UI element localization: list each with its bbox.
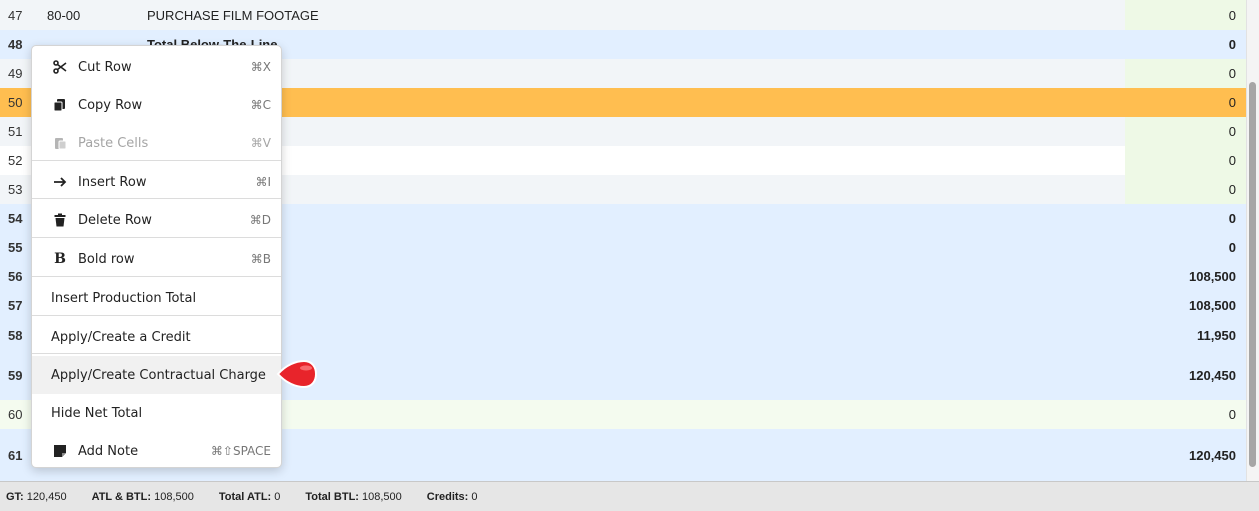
- trash-icon: [52, 212, 68, 228]
- total-cell[interactable]: 0: [1125, 233, 1246, 262]
- menu-item-delete-row[interactable]: Delete Row ⌘D: [32, 201, 281, 239]
- menu-item-label: Delete Row: [78, 212, 152, 228]
- menu-item-label: Add Note: [78, 443, 139, 459]
- total-cell[interactable]: 120,450: [1125, 429, 1246, 481]
- total-cell[interactable]: 0: [1125, 204, 1246, 233]
- total-cell[interactable]: 0: [1125, 0, 1246, 30]
- menu-item-paste-cells[interactable]: Paste Cells ⌘V: [32, 124, 281, 162]
- table-row[interactable]: 47 80-00 PURCHASE FILM FOOTAGE 0: [0, 0, 1246, 30]
- status-bar: GT: 120,450 ATL & BTL: 108,500 Total ATL…: [0, 481, 1259, 511]
- menu-item-shortcut: ⌘X: [250, 60, 271, 74]
- menu-item-shortcut: ⌘V: [250, 136, 271, 150]
- menu-item-label: Bold row: [78, 251, 135, 267]
- menu-separator: [32, 237, 281, 238]
- menu-item-insert-production-total[interactable]: Insert Production Total: [32, 279, 281, 317]
- menu-item-label: Apply/Create a Credit: [51, 329, 191, 345]
- menu-separator: [32, 160, 281, 161]
- menu-item-shortcut: ⌘I: [255, 175, 271, 189]
- menu-item-hide-net-total[interactable]: Hide Net Total: [32, 394, 281, 432]
- credits-stat: Credits: 0: [426, 490, 478, 503]
- menu-separator: [32, 198, 281, 199]
- account-code-cell[interactable]: 80-00: [47, 0, 137, 30]
- context-menu: Cut Row ⌘X Copy Row ⌘C Paste Cells ⌘V Insert R…: [31, 45, 282, 468]
- menu-item-insert-row[interactable]: Insert Row ⌘I: [32, 163, 281, 201]
- menu-item-label: Cut Row: [78, 59, 132, 75]
- row-number[interactable]: 47: [0, 0, 40, 30]
- scrollbar-thumb[interactable]: [1249, 82, 1256, 467]
- total-cell[interactable]: 0: [1125, 400, 1246, 429]
- total-atl-stat: Total ATL: 0: [218, 490, 281, 503]
- total-cell[interactable]: 0: [1125, 88, 1246, 117]
- total-cell[interactable]: 108,500: [1125, 291, 1246, 320]
- menu-separator: [32, 315, 281, 316]
- menu-item-add-note[interactable]: Add Note ⌘⇧SPACE: [32, 432, 281, 470]
- menu-item-apply-create-a-credit[interactable]: Apply/Create a Credit: [32, 318, 281, 356]
- total-cell[interactable]: 0: [1125, 175, 1246, 204]
- total-cell[interactable]: 108,500: [1125, 262, 1246, 291]
- total-cell[interactable]: 0: [1125, 146, 1246, 175]
- total-cell[interactable]: 0: [1125, 59, 1246, 88]
- menu-item-apply-create-contractual-charge[interactable]: Apply/Create Contractual Charge: [32, 356, 281, 394]
- total-cell[interactable]: 120,450: [1125, 350, 1246, 400]
- arrow-right-icon: [52, 174, 68, 190]
- note-icon: [52, 443, 68, 459]
- bold-icon: B: [54, 251, 66, 267]
- pointer-marker-icon: [276, 359, 318, 389]
- menu-item-shortcut: ⌘B: [250, 252, 271, 266]
- total-cell[interactable]: 0: [1125, 117, 1246, 146]
- grand-total-stat: GT: 120,450: [6, 490, 67, 503]
- menu-item-label: Paste Cells: [78, 135, 149, 151]
- paste-icon: [52, 135, 68, 151]
- menu-separator: [32, 353, 281, 354]
- total-cell[interactable]: 11,950: [1125, 320, 1246, 350]
- menu-item-label: Hide Net Total: [51, 405, 143, 421]
- menu-item-shortcut: ⌘D: [249, 213, 271, 227]
- menu-item-cut-row[interactable]: Cut Row ⌘X: [32, 48, 281, 86]
- atl-btl-stat: ATL & BTL: 108,500: [91, 490, 194, 503]
- menu-item-label: Apply/Create Contractual Charge: [51, 367, 266, 383]
- menu-item-shortcut: ⌘C: [250, 98, 271, 112]
- menu-item-label: Insert Row: [78, 174, 147, 190]
- menu-item-bold-row[interactable]: B Bold row ⌘B: [32, 240, 281, 278]
- description-cell[interactable]: PURCHASE FILM FOOTAGE: [147, 0, 947, 30]
- menu-item-copy-row[interactable]: Copy Row ⌘C: [32, 86, 281, 124]
- copy-icon: [52, 97, 68, 113]
- scissors-icon: [52, 59, 68, 75]
- menu-separator: [32, 276, 281, 277]
- menu-item-shortcut: ⌘⇧SPACE: [210, 444, 271, 458]
- menu-item-label: Insert Production Total: [51, 290, 197, 306]
- total-btl-stat: Total BTL: 108,500: [305, 490, 402, 503]
- total-cell[interactable]: 0: [1125, 30, 1246, 59]
- menu-item-label: Copy Row: [78, 97, 143, 113]
